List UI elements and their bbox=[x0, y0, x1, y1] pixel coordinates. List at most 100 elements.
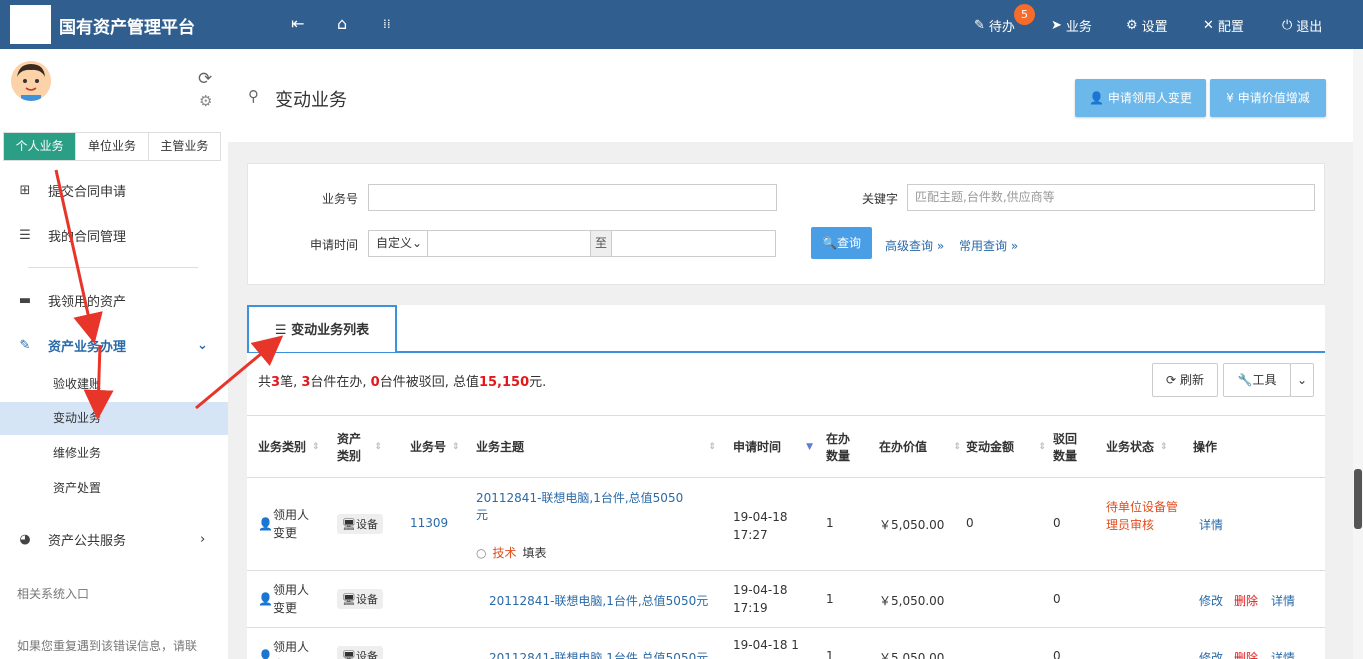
power-icon: ⏻ bbox=[1282, 18, 1293, 33]
row-reject: 0 bbox=[1053, 516, 1061, 530]
list-summary: 共3笔, 3台件在办, 0台件被驳回, 总值15,150元. bbox=[258, 375, 547, 390]
home-icon[interactable]: ⌂ bbox=[337, 14, 347, 34]
common-query-link[interactable]: 常用查询 » bbox=[959, 237, 1018, 254]
time-start-input[interactable] bbox=[427, 230, 591, 257]
row-subject-link[interactable]: 20112841-联想电脑,1台件,总值5050元 bbox=[489, 649, 708, 659]
tab-supervisor[interactable]: 主管业务 bbox=[149, 133, 220, 160]
sidebar-sub-item-repair[interactable]: 维修业务 bbox=[0, 437, 228, 470]
time-label: 申请时间 bbox=[309, 238, 358, 252]
col-qty[interactable]: 在办数量 bbox=[826, 416, 854, 477]
col-value[interactable]: 在办价值 ⇕ bbox=[879, 416, 961, 477]
col-reject-qty[interactable]: 驳回数量 bbox=[1053, 416, 1081, 477]
row-delete-link[interactable]: 删除 bbox=[1234, 649, 1258, 659]
row-detail-link[interactable]: 详情 bbox=[1271, 592, 1295, 609]
collapse-sidebar-icon[interactable]: ⇤ bbox=[291, 14, 304, 34]
related-systems-label: 相关系统入口 bbox=[17, 587, 90, 601]
scrollbar-track[interactable] bbox=[1353, 49, 1363, 659]
row-qty: 1 bbox=[826, 592, 834, 606]
row-edit-link[interactable]: 修改 bbox=[1199, 592, 1223, 609]
refresh-icon[interactable]: ⟳ bbox=[198, 69, 212, 89]
row-value: ￥5,050.00 bbox=[879, 594, 945, 608]
row-value: ￥5,050.00 bbox=[879, 651, 945, 659]
list-panel: ☰ 变动业务列表 共3笔, 3台件在办, 0台件被驳回, 总值15,150元. … bbox=[247, 305, 1325, 659]
user-icon: 👤 bbox=[258, 517, 273, 531]
row-detail-link[interactable]: 详情 bbox=[1199, 516, 1223, 533]
time-mode-select[interactable]: 自定义⌄ bbox=[368, 230, 428, 257]
gear-icon[interactable]: ⚙ bbox=[199, 92, 212, 110]
business-button[interactable]: ➤ 业务 bbox=[1051, 16, 1092, 35]
sidebar-sub-item-disposal[interactable]: 资产处置 bbox=[0, 472, 228, 505]
col-apply-time[interactable]: 申请时间 ▼ bbox=[733, 416, 813, 477]
sidebar: ⟳ ⚙ 个人业务 单位业务 主管业务 ⊞ 提交合同申请 ☰ 我的合同管理 ▬ 我… bbox=[0, 49, 228, 659]
row-qty: 1 bbox=[826, 649, 834, 659]
tools-dropdown-button[interactable]: ⌄ bbox=[1290, 363, 1314, 397]
row-edit-link[interactable]: 修改 bbox=[1199, 649, 1223, 659]
search-panel: 业务号 关键字 匹配主题,台件数,供应商等 申请时间 自定义⌄ 至 🔍查询 高级… bbox=[247, 163, 1325, 285]
chevron-up-icon: » bbox=[1010, 239, 1019, 253]
col-asset-type[interactable]: 资产类别 ⇕ bbox=[337, 416, 382, 477]
time-end-input[interactable] bbox=[611, 230, 776, 257]
todo-button[interactable]: ✎ 待办 bbox=[974, 16, 1015, 35]
biz-no-label: 业务号 bbox=[321, 192, 358, 206]
row-reject: 0 bbox=[1053, 592, 1061, 606]
row-detail-link[interactable]: 详情 bbox=[1271, 649, 1295, 659]
col-biz-no[interactable]: 业务号 ⇕ bbox=[410, 416, 465, 477]
config-button[interactable]: ✕ 配置 bbox=[1203, 16, 1244, 35]
drive-icon: ▬ bbox=[18, 292, 32, 308]
query-button[interactable]: 🔍查询 bbox=[811, 227, 872, 259]
tools-button[interactable]: 🔧工具 bbox=[1223, 363, 1291, 397]
tab-unit[interactable]: 单位业务 bbox=[76, 133, 149, 160]
map-pin-icon: ⚲ bbox=[248, 87, 259, 105]
col-status[interactable]: 业务状态 ⇕ bbox=[1106, 416, 1176, 477]
scrollbar-thumb[interactable] bbox=[1354, 469, 1362, 529]
logout-button[interactable]: ⏻ 退出 bbox=[1282, 16, 1322, 35]
sidebar-sub-item-change[interactable]: 变动业务 bbox=[0, 402, 228, 435]
error-hint: 如果您重复遇到该错误信息，请联 bbox=[17, 639, 198, 653]
advanced-query-link[interactable]: 高级查询 » bbox=[885, 237, 944, 254]
sidebar-tabs: 个人业务 单位业务 主管业务 bbox=[3, 132, 221, 161]
globe-icon: ◕ bbox=[19, 531, 31, 547]
sidebar-item-public-service[interactable]: ◕ 资产公共服务 › bbox=[0, 524, 228, 554]
sidebar-item-submit-contract[interactable]: ⊞ 提交合同申请 bbox=[0, 175, 228, 205]
table-row: 👤领用人变更 🖥设备 20112841-联想电脑,1台件,总值5050元 19-… bbox=[247, 627, 1325, 659]
row-subject-link[interactable]: 20112841-联想电脑,1台件,总值5050元 bbox=[489, 592, 708, 609]
row-biz-no-link[interactable]: 11309 bbox=[410, 516, 448, 530]
row-time: 19-04-18 1 bbox=[733, 638, 799, 652]
sidebar-sub-item-acceptance[interactable]: 验收建账 bbox=[0, 368, 228, 401]
top-bar: 国有资产管理平台 ⇤ ⌂ ⁞⁞ ✎ 待办 5 ➤ 业务 ⚙ 设置 ✕ 配置 ⏻ 退出 bbox=[0, 0, 1363, 49]
row-subject-link[interactable]: 20112841-联想电脑,1台件,总值5050元 bbox=[476, 490, 686, 524]
avatar[interactable] bbox=[11, 61, 51, 101]
keyword-input[interactable]: 匹配主题,台件数,供应商等 bbox=[907, 184, 1315, 211]
user-icon: 👤 bbox=[258, 592, 273, 606]
keyword-label: 关键字 bbox=[861, 192, 898, 206]
main-content: ⚲ 变动业务 👤 申请领用人变更 ¥ 申请价值增减 业务号 关键字 匹配主题,台… bbox=[228, 49, 1363, 659]
table-row: 👤 领用人变更 🖥设备 11309 20112841-联想电脑,1台件,总值505… bbox=[247, 477, 1325, 570]
biz-no-input[interactable] bbox=[368, 184, 777, 211]
refresh-button[interactable]: ⟳ 刷新 bbox=[1152, 363, 1218, 397]
row-delete-link[interactable]: 删除 bbox=[1234, 592, 1258, 609]
list-icon: ☰ bbox=[19, 227, 31, 243]
user-icon: 👤 bbox=[258, 649, 273, 659]
row-reject: 0 bbox=[1053, 649, 1061, 659]
row-change: 0 bbox=[966, 516, 974, 530]
folder-plus-icon: ⊞ bbox=[19, 182, 31, 198]
wrench-icon: ✕ bbox=[1203, 18, 1214, 33]
apply-value-change-button[interactable]: ¥ 申请价值增减 bbox=[1210, 79, 1326, 117]
grid-dots-icon[interactable]: ⁞⁞ bbox=[383, 14, 391, 34]
sidebar-item-my-assets[interactable]: ▬ 我领用的资产 bbox=[0, 285, 228, 315]
col-change-amount[interactable]: 变动金额 ⇕ bbox=[966, 416, 1046, 477]
chevron-down-icon: ⌄ bbox=[197, 337, 208, 353]
user-icon: 👤 bbox=[1089, 91, 1105, 105]
gear-icon: ⚙ bbox=[1126, 18, 1138, 33]
col-subject[interactable]: 业务主题 ⇕ bbox=[476, 416, 716, 477]
col-biz-type[interactable]: 业务类别 ⇕ bbox=[258, 416, 328, 477]
tab-change-list[interactable]: ☰ 变动业务列表 bbox=[247, 305, 397, 352]
tab-personal[interactable]: 个人业务 bbox=[4, 133, 77, 160]
sidebar-item-asset-business[interactable]: ✎ 资产业务办理 ⌄ bbox=[0, 330, 228, 360]
sidebar-item-my-contracts[interactable]: ☰ 我的合同管理 bbox=[0, 220, 228, 250]
row-progress: ○ 技术 填表 bbox=[476, 545, 547, 561]
refresh-icon: ⟳ bbox=[1166, 373, 1177, 387]
logo bbox=[10, 5, 51, 44]
settings-button[interactable]: ⚙ 设置 bbox=[1126, 16, 1168, 35]
apply-user-change-button[interactable]: 👤 申请领用人变更 bbox=[1075, 79, 1206, 117]
